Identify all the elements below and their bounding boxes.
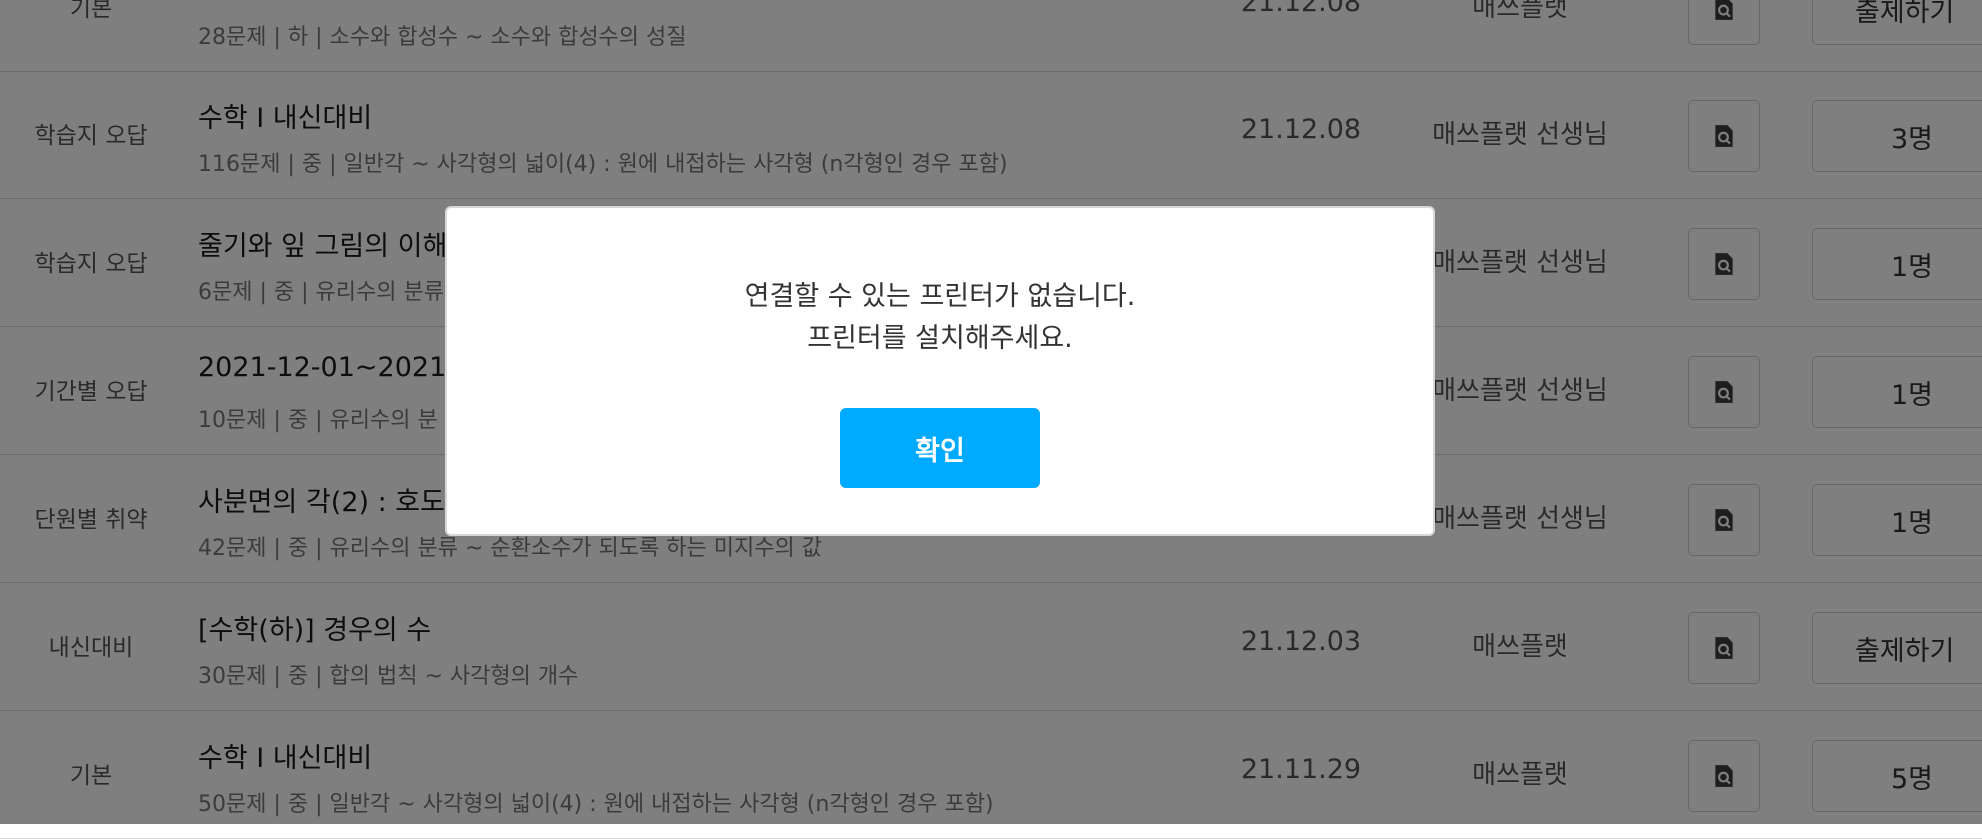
- dialog-message-line-2: 프린터를 설치해주세요.: [807, 323, 1073, 354]
- printer-alert-dialog: 연결할 수 있는 프린터가 없습니다. 프린터를 설치해주세요. 확인: [445, 206, 1435, 536]
- confirm-button[interactable]: 확인: [840, 408, 1040, 488]
- dialog-message-line-1: 연결할 수 있는 프린터가 없습니다.: [744, 281, 1136, 312]
- dialog-message: 연결할 수 있는 프린터가 없습니다. 프린터를 설치해주세요.: [447, 276, 1433, 360]
